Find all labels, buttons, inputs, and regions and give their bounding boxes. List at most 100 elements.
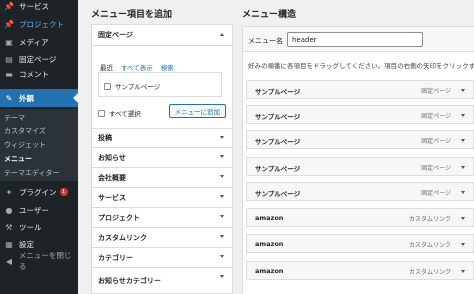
menu-item[interactable]: amazon カスタムリンク bbox=[246, 234, 474, 253]
chevron-down-icon[interactable] bbox=[461, 139, 465, 142]
sidebar-item-label: ユーザー bbox=[19, 205, 49, 215]
sidebar-item-media[interactable]: ▣ メディア bbox=[0, 33, 78, 51]
sidebar-item-label: 外観 bbox=[19, 93, 34, 103]
admin-sidebar: 📌 サービス 📌 プロジェクト ▣ メディア ▤ 固定ページ ▬ コメント ✎ … bbox=[0, 0, 78, 294]
settings-icon: ▦ bbox=[5, 239, 13, 249]
current-arrow bbox=[73, 93, 78, 103]
menu-item-title: サンプルページ bbox=[255, 113, 301, 121]
menu-item-title: amazon bbox=[255, 214, 284, 222]
menu-item[interactable]: サンプルページ 固定ページ bbox=[246, 157, 474, 176]
wrench-icon: ⚒ bbox=[5, 222, 13, 232]
section-posts[interactable]: 投稿 bbox=[91, 128, 233, 148]
tab-search[interactable]: 検索 bbox=[161, 62, 174, 72]
submenu-widgets[interactable]: ウィジェット bbox=[4, 140, 46, 150]
menu-item-title: amazon bbox=[255, 240, 284, 248]
submenu-menus[interactable]: メニュー bbox=[4, 154, 32, 164]
menu-item-title: amazon bbox=[255, 267, 284, 275]
section-services[interactable]: サービス bbox=[91, 188, 233, 208]
page-item-label: サンプルページ bbox=[115, 83, 161, 91]
add-menu-items-panel: 固定ページ 最近 すべて表示 検索 サンプルページ すべて選択 メニューに追加 … bbox=[91, 24, 233, 294]
section-title: プロジェクト bbox=[98, 213, 140, 222]
menu-structure-panel: メニュー名 header 好みの順番に各項目をドラッグしてください。項目の右側の… bbox=[242, 24, 474, 294]
sidebar-item-label: プロジェクト bbox=[19, 19, 64, 29]
pages-section-title: 固定ページ bbox=[98, 31, 133, 39]
chevron-down-icon bbox=[220, 155, 224, 158]
menu-name-bar: メニュー名 header bbox=[242, 26, 474, 52]
menu-item-type: 固定ページ bbox=[421, 138, 451, 145]
menu-item[interactable]: amazon カスタムリンク bbox=[246, 208, 474, 227]
submenu-customize[interactable]: カスタマイズ bbox=[4, 126, 46, 136]
menu-item-title: サンプルページ bbox=[255, 190, 301, 198]
sidebar-item-appearance[interactable]: ✎ 外観 bbox=[0, 89, 78, 107]
chevron-down-icon[interactable] bbox=[461, 166, 465, 169]
section-news[interactable]: お知らせ bbox=[91, 148, 233, 168]
chevron-down-icon bbox=[220, 275, 224, 278]
sidebar-item-plugins[interactable]: ✦ プラグイン 1 bbox=[0, 183, 78, 201]
sidebar-item-tools[interactable]: ⚒ ツール bbox=[0, 218, 78, 236]
chevron-down-icon[interactable] bbox=[461, 89, 465, 92]
plugin-icon: ✦ bbox=[5, 187, 13, 197]
menu-item[interactable]: サンプルページ 固定ページ bbox=[246, 80, 474, 99]
chevron-down-icon[interactable] bbox=[461, 191, 465, 194]
tab-recent[interactable]: 最近 bbox=[100, 62, 113, 72]
section-custom-links[interactable]: カスタムリンク bbox=[91, 228, 233, 248]
section-categories[interactable]: カテゴリー bbox=[91, 248, 233, 268]
menu-item-title: サンプルページ bbox=[255, 88, 301, 96]
submenu-theme-editor[interactable]: テーマエディター bbox=[4, 168, 60, 178]
tab-view-all[interactable]: すべて表示 bbox=[121, 62, 153, 72]
menu-item[interactable]: amazon カスタムリンク bbox=[246, 261, 474, 280]
thumbtack-icon: 📌 bbox=[4, 1, 14, 11]
instructions-text: 好みの順番に各項目をドラッグしてください。項目の右側の矢印をクリックす bbox=[248, 62, 474, 70]
sidebar-item-label: 設定 bbox=[19, 239, 34, 249]
comment-icon: ▬ bbox=[5, 69, 13, 79]
section-title: 投稿 bbox=[98, 134, 112, 142]
section-news-categories[interactable]: お知らせカテゴリー bbox=[91, 268, 233, 294]
menu-item[interactable]: サンプルページ 固定ページ bbox=[246, 182, 474, 201]
media-icon: ▣ bbox=[5, 37, 13, 47]
add-to-menu-button[interactable]: メニューに追加 bbox=[168, 104, 226, 118]
menu-item[interactable]: サンプルページ 固定ページ bbox=[246, 105, 474, 124]
select-all: すべて選択 bbox=[98, 108, 141, 118]
pages-section-header[interactable]: 固定ページ bbox=[92, 25, 232, 45]
menu-name-label: メニュー名 bbox=[248, 37, 283, 45]
section-title: お知らせ bbox=[98, 153, 126, 162]
submenu-themes[interactable]: テーマ bbox=[4, 113, 25, 123]
list-item: サンプルページ bbox=[104, 81, 160, 91]
chevron-down-icon[interactable] bbox=[461, 217, 465, 220]
menu-item-type: カスタムリンク bbox=[408, 269, 451, 276]
menu-item-title: サンプルページ bbox=[255, 165, 301, 173]
page-icon: ▤ bbox=[5, 54, 13, 64]
sidebar-item-label: ツール bbox=[19, 222, 42, 232]
menu-item-type: 固定ページ bbox=[421, 88, 451, 95]
menu-item[interactable]: サンプルページ 固定ページ bbox=[246, 130, 474, 149]
section-title: カテゴリー bbox=[98, 253, 133, 262]
sidebar-item-label: メニューを閉じる bbox=[18, 251, 72, 271]
sidebar-item-comments[interactable]: ▬ コメント bbox=[0, 65, 78, 83]
section-company[interactable]: 会社概要 bbox=[91, 168, 233, 188]
sidebar-item-projects[interactable]: 📌 プロジェクト bbox=[0, 15, 78, 33]
sidebar-item-users[interactable]: ● ユーザー bbox=[0, 201, 78, 219]
section-projects[interactable]: プロジェクト bbox=[91, 208, 233, 228]
chevron-down-icon bbox=[220, 136, 224, 139]
chevron-down-icon[interactable] bbox=[461, 243, 465, 246]
section-title: サービス bbox=[98, 193, 126, 202]
section-title: カスタムリンク bbox=[98, 233, 147, 242]
sidebar-item-label: 固定ページ bbox=[19, 54, 57, 64]
sidebar-item-label: メディア bbox=[19, 37, 49, 47]
page-checkbox[interactable] bbox=[104, 82, 111, 90]
menu-item-type: 固定ページ bbox=[421, 113, 451, 120]
sidebar-item-label: サービス bbox=[19, 1, 49, 11]
sidebar-item-services[interactable]: 📌 サービス bbox=[0, 0, 78, 15]
collapse-menu-button[interactable]: ◀ メニューを閉じる bbox=[0, 251, 78, 271]
menu-item-type: 固定ページ bbox=[421, 190, 451, 197]
chevron-down-icon bbox=[220, 175, 224, 178]
appearance-submenu: テーマ カスタマイズ ウィジェット メニュー テーマエディター bbox=[0, 109, 78, 181]
menu-name-input[interactable]: header bbox=[287, 32, 423, 47]
chevron-down-icon[interactable] bbox=[461, 114, 465, 117]
chevron-down-icon bbox=[220, 235, 224, 238]
divider bbox=[92, 45, 232, 46]
pages-section: 固定ページ 最近 すべて表示 検索 サンプルページ すべて選択 メニューに追加 bbox=[91, 24, 233, 128]
menu-item-type: カスタムリンク bbox=[408, 216, 451, 223]
chevron-down-icon[interactable] bbox=[461, 270, 465, 273]
select-all-checkbox[interactable] bbox=[98, 109, 105, 117]
